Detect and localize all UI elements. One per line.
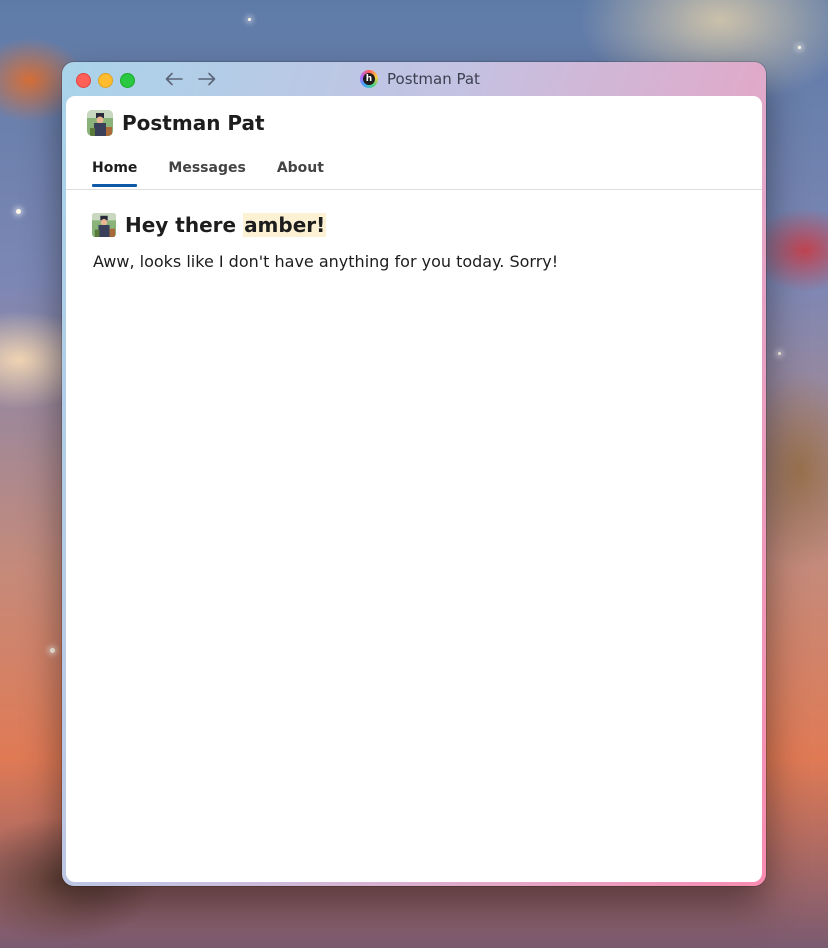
app-window: h Postman Pat Postman Pat Home Messages …: [62, 62, 766, 886]
site-header: Postman Pat: [87, 110, 265, 136]
back-button[interactable]: [163, 68, 185, 90]
wallpaper-star: [798, 46, 801, 49]
postman-avatar-icon: [87, 110, 113, 136]
username: amber: [244, 213, 317, 237]
tab-about[interactable]: About: [277, 160, 324, 185]
minimize-window-button[interactable]: [98, 73, 113, 88]
wallpaper-star: [16, 209, 21, 214]
arrow-right-icon: [198, 72, 216, 86]
greeting-text: Hey there amber!: [125, 213, 327, 237]
greeting-heading: Hey there amber!: [92, 213, 327, 237]
tab-messages[interactable]: Messages: [168, 160, 245, 185]
window-title-group: h Postman Pat: [360, 69, 480, 89]
arrow-left-icon: [165, 72, 183, 86]
forward-button[interactable]: [196, 68, 218, 90]
nav-tabs: Home Messages About: [92, 160, 355, 187]
username-highlight: amber!: [243, 213, 327, 237]
wallpaper-star: [50, 648, 55, 653]
empty-state-message: Aww, looks like I don't have anything fo…: [93, 252, 559, 271]
page-content: Postman Pat Home Messages About Hey ther: [66, 96, 762, 882]
app-icon-letter: h: [363, 73, 375, 85]
zoom-window-button[interactable]: [120, 73, 135, 88]
title-bar[interactable]: h Postman Pat: [62, 62, 766, 96]
tab-divider: [66, 189, 762, 190]
postman-avatar-icon: [92, 213, 116, 237]
close-window-button[interactable]: [76, 73, 91, 88]
window-title: Postman Pat: [387, 70, 480, 88]
app-icon: h: [360, 70, 378, 88]
tab-home[interactable]: Home: [92, 160, 138, 187]
wallpaper-star: [248, 18, 251, 21]
site-title: Postman Pat: [122, 111, 265, 135]
greeting-prefix: Hey there: [125, 213, 244, 237]
greeting-suffix: !: [316, 213, 326, 237]
wallpaper-star: [778, 352, 781, 355]
